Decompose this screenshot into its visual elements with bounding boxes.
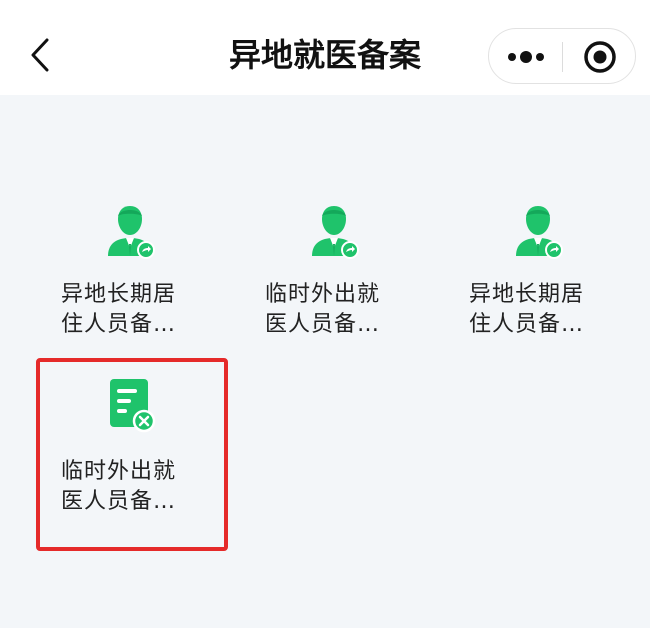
menu-item-label: 异地长期居 住人员备… [469, 282, 585, 337]
menu-item-temporary-medical-1[interactable]: 临时外出就 医人员备… [239, 178, 429, 358]
menu-item-label: 临时外出就 医人员备… [265, 282, 381, 337]
more-button[interactable] [489, 29, 563, 85]
person-forward-icon [108, 206, 155, 259]
mini-program-capsule [488, 28, 636, 84]
person-forward-icon [312, 206, 359, 259]
close-button[interactable] [563, 29, 637, 85]
more-dots-icon [508, 51, 544, 63]
menu-item-long-term-residence-1[interactable]: 异地长期居 住人员备… [35, 178, 225, 358]
person-forward-icon [516, 206, 563, 259]
navigation-bar: 异地就医备案 [0, 0, 650, 95]
menu-item-label: 异地长期居 住人员备… [61, 282, 177, 337]
menu-item-long-term-residence-2[interactable]: 异地长期居 住人员备… [443, 178, 633, 358]
highlight-box [36, 358, 228, 551]
target-close-icon [584, 41, 616, 73]
